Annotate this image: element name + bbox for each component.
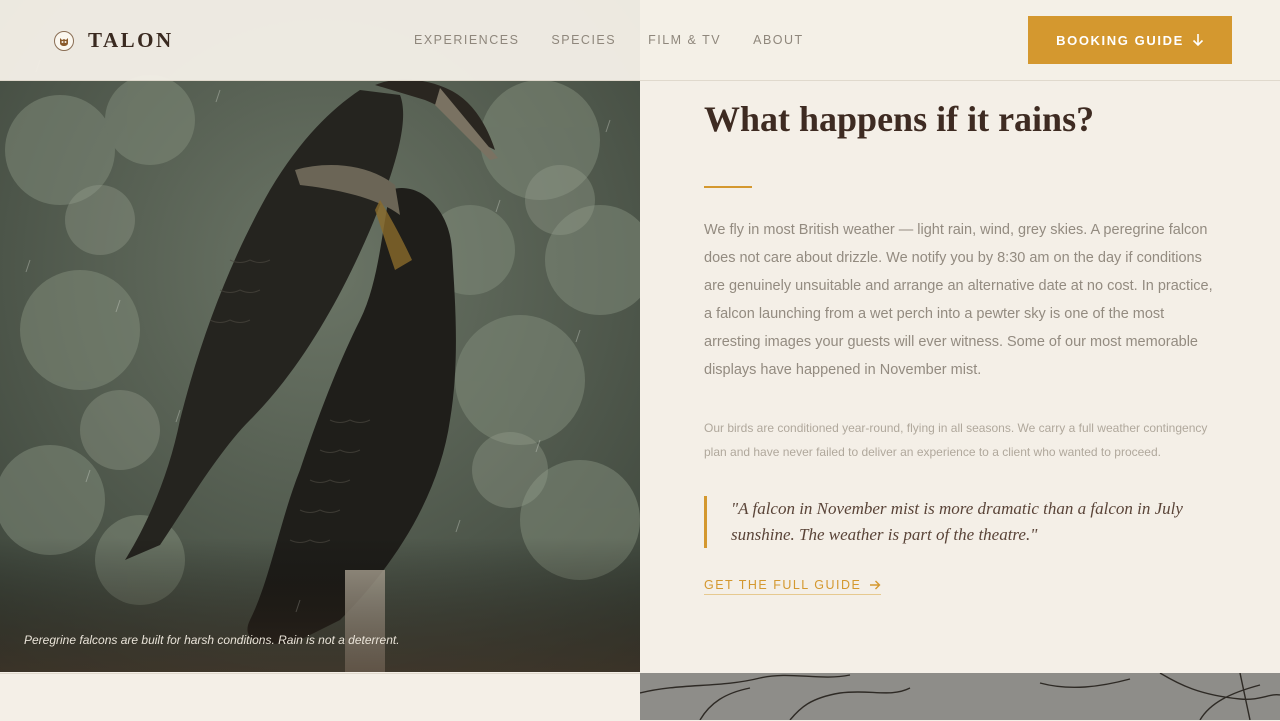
hero-photo: Peregrine falcons are built for harsh co… [0,0,640,672]
brand-logo[interactable]: TALON [54,28,174,53]
nav-item-experiences[interactable]: EXPERIENCES [414,32,519,48]
birds-in-rain-image [0,0,640,672]
nav-item-species[interactable]: SPECIES [551,32,616,48]
bare-branches-image [640,673,1280,720]
main-nav: EXPERIENCES SPECIES FILM & TV ABOUT [414,32,836,48]
accent-divider [704,186,752,188]
site-header: TALON EXPERIENCES SPECIES FILM & TV ABOU… [0,0,1280,81]
booking-guide-button[interactable]: BOOKING GUIDE [1028,16,1232,64]
next-section-left [0,673,640,721]
arrow-down-icon [1192,33,1204,47]
body-paragraph: We fly in most British weather — light r… [704,222,1213,378]
full-guide-label: GET THE FULL GUIDE [704,578,862,592]
nav-item-film-tv[interactable]: FILM & TV [648,32,721,48]
booking-guide-label: BOOKING GUIDE [1056,32,1184,48]
rain-faq-section: What happens if it rains? We fly in most… [704,96,1224,595]
nav-item-about[interactable]: ABOUT [753,32,804,48]
photo-caption: Peregrine falcons are built for harsh co… [24,633,400,647]
arrow-right-icon [869,580,881,590]
pull-quote: "A falcon in November mist is more drama… [704,496,1224,548]
next-section-photo [640,673,1280,720]
note-paragraph: Our birds are conditioned year-round, fl… [704,421,1208,459]
full-guide-link[interactable]: GET THE FULL GUIDE [704,578,882,595]
section-heading: What happens if it rains? [704,99,1095,139]
owl-icon [54,30,74,51]
brand-name: TALON [88,28,174,52]
